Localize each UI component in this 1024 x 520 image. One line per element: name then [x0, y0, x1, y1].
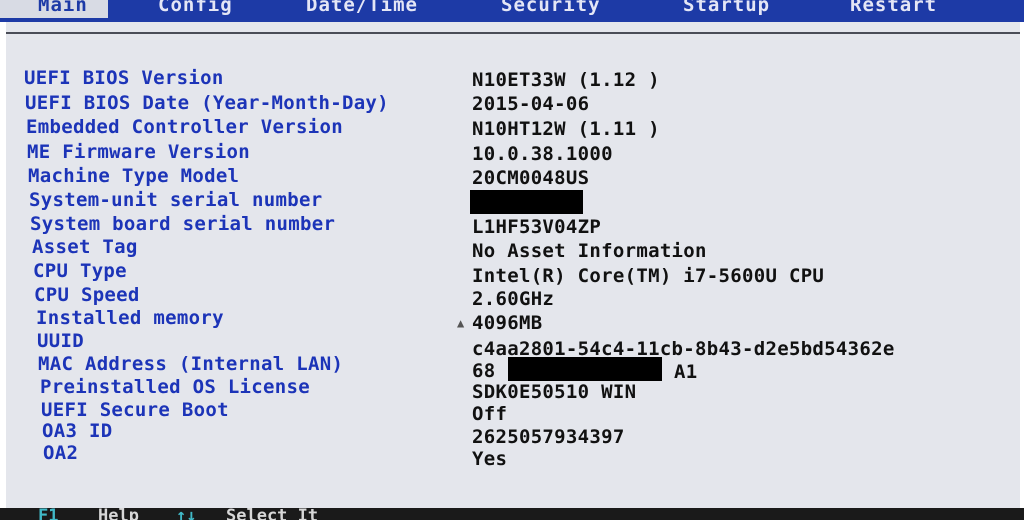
value-embedded-controller-version: N10HT12W (1.11 ) — [472, 118, 660, 140]
tab-restart[interactable]: Restart — [850, 0, 937, 18]
value-oa2: Yes — [472, 448, 508, 470]
cursor-marker-icon: ▲ — [457, 316, 465, 330]
value-system-board-serial: L1HF53V04ZP — [472, 216, 602, 238]
label-cpu-type: CPU Type — [33, 260, 127, 282]
value-oa3-id: 2625057934397 — [472, 426, 625, 448]
tab-startup[interactable]: Startup — [683, 0, 770, 18]
value-cpu-type: Intel(R) Core(TM) i7-5600U CPU — [472, 265, 825, 287]
label-machine-type-model: Machine Type Model — [28, 165, 240, 187]
value-uefi-bios-version: N10ET33W (1.12 ) — [472, 69, 660, 91]
menu-bar: Main Config Date/Time Security Startup R… — [0, 0, 1024, 22]
panel-divider — [6, 32, 1020, 34]
value-preinstalled-os-license: SDK0E50510 WIN — [472, 381, 637, 403]
tab-date-time[interactable]: Date/Time — [306, 0, 418, 18]
footer-select-text: Select It — [226, 508, 319, 520]
value-uefi-secure-boot: Off — [472, 403, 508, 425]
label-embedded-controller-version: Embedded Controller Version — [26, 116, 343, 138]
label-oa3-id: OA3 ID — [42, 420, 113, 442]
value-me-firmware-version: 10.0.38.1000 — [472, 143, 613, 165]
redacted-system-unit-serial — [470, 190, 583, 214]
label-cpu-speed: CPU Speed — [34, 284, 140, 306]
label-oa2: OA2 — [43, 442, 79, 464]
value-mac-prefix: 68 — [472, 360, 496, 382]
label-uefi-bios-version: UEFI BIOS Version — [24, 67, 224, 89]
label-uefi-bios-date: UEFI BIOS Date (Year-Month-Day) — [25, 92, 389, 114]
label-installed-memory: Installed memory — [36, 307, 224, 329]
tab-config[interactable]: Config — [158, 0, 233, 18]
redacted-mac-address — [508, 357, 662, 381]
value-uefi-bios-date: 2015-04-06 — [472, 93, 590, 115]
footer-help-bar: F1 Help ↑↓ Select It — [0, 508, 1024, 520]
footer-key-f1[interactable]: F1 — [38, 508, 58, 520]
label-system-unit-serial: System-unit serial number — [29, 189, 323, 211]
label-me-firmware-version: ME Firmware Version — [27, 141, 251, 163]
tab-main[interactable]: Main — [0, 0, 108, 18]
value-machine-type-model: 20CM0048US — [472, 167, 590, 189]
label-asset-tag: Asset Tag — [32, 236, 138, 258]
tab-security[interactable]: Security — [501, 0, 601, 18]
main-panel: UEFI BIOS Version UEFI BIOS Date (Year-M… — [6, 22, 1020, 508]
label-system-board-serial: System board serial number — [30, 213, 336, 235]
label-uuid: UUID — [37, 330, 84, 352]
value-installed-memory: 4096MB — [472, 312, 543, 334]
label-mac-address: MAC Address (Internal LAN) — [38, 353, 344, 375]
value-cpu-speed: 2.60GHz — [472, 288, 555, 310]
footer-key-arrows[interactable]: ↑↓ — [176, 508, 196, 520]
footer-help-text: Help — [98, 508, 139, 520]
label-preinstalled-os-license: Preinstalled OS License — [40, 376, 310, 398]
value-asset-tag: No Asset Information — [472, 240, 707, 262]
label-uefi-secure-boot: UEFI Secure Boot — [41, 399, 229, 421]
value-mac-suffix: A1 — [674, 361, 698, 383]
